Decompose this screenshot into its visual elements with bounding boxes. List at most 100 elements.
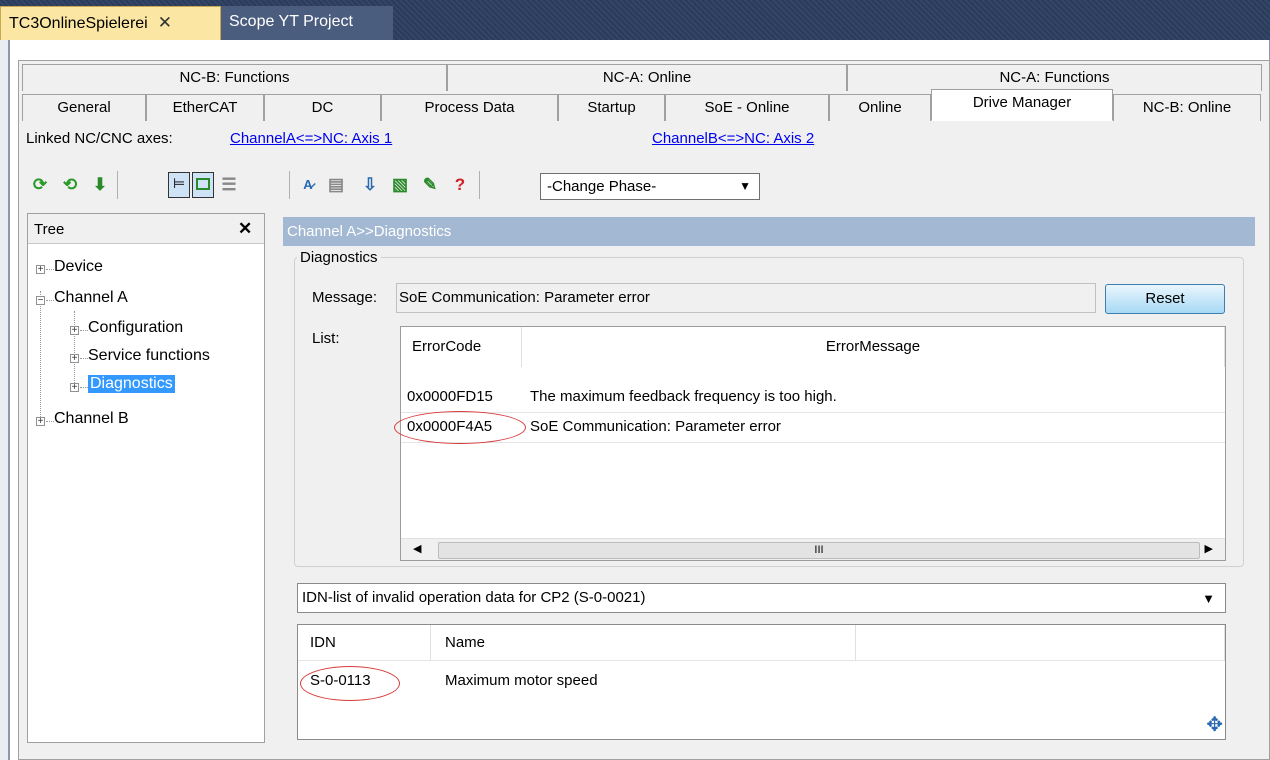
collapse-icon[interactable]: − bbox=[36, 296, 45, 306]
table-row[interactable]: 0x0000FD15 The maximum feedback frequenc… bbox=[401, 383, 1225, 413]
error-code-cell: 0x0000FD15 bbox=[407, 388, 493, 405]
highlight-ring bbox=[300, 666, 400, 701]
doc-tab-label: Scope YT Project bbox=[229, 13, 353, 30]
tab-label: NC-B: Online bbox=[1142, 99, 1232, 116]
tab-label: NC-B: Functions bbox=[179, 69, 290, 86]
grid-icon[interactable]: ▤ bbox=[325, 174, 347, 196]
tree-header: Tree ✕ bbox=[28, 214, 264, 244]
expand-icon[interactable]: + bbox=[70, 326, 79, 336]
tree-connector bbox=[40, 291, 41, 421]
tab-soe-online[interactable]: SoE - Online bbox=[665, 94, 829, 121]
column-header-errorcode[interactable]: ErrorCode bbox=[401, 327, 522, 367]
column-header-idn[interactable]: IDN bbox=[298, 625, 431, 661]
scroll-left-icon[interactable]: ◀ bbox=[413, 542, 421, 555]
column-header-name[interactable]: Name bbox=[431, 625, 856, 661]
translate-icon[interactable]: A̷ bbox=[297, 174, 319, 196]
import-icon[interactable]: ⇩ bbox=[359, 174, 381, 196]
doc-tab-label: TC3OnlineSpielerei bbox=[9, 15, 148, 32]
close-icon[interactable]: ✕ bbox=[158, 13, 172, 32]
tab-nc-a-functions[interactable]: NC-A: Functions bbox=[847, 64, 1262, 91]
reset-button[interactable]: Reset bbox=[1105, 284, 1225, 314]
doc-tab-scope-yt-project[interactable]: Scope YT Project bbox=[221, 6, 393, 40]
expand-icon[interactable]: + bbox=[36, 265, 45, 275]
tools-icon[interactable]: ✎ bbox=[419, 174, 441, 196]
tab-general[interactable]: General bbox=[22, 94, 146, 121]
tab-ethercat[interactable]: EtherCAT bbox=[146, 94, 264, 121]
change-phase-value: -Change Phase- bbox=[547, 178, 657, 195]
link-channel-b[interactable]: ChannelB<=>NC: Axis 2 bbox=[652, 130, 814, 147]
tab-startup[interactable]: Startup bbox=[558, 94, 665, 121]
tab-process-data[interactable]: Process Data bbox=[381, 94, 558, 121]
expand-icon[interactable]: + bbox=[36, 417, 45, 427]
tab-label: SoE - Online bbox=[704, 99, 790, 116]
tab-drive-manager[interactable]: Drive Manager bbox=[931, 89, 1113, 121]
tab-label: Process Data bbox=[424, 99, 515, 116]
idn-list[interactable]: IDN Name S-0-0113 Maximum motor speed ✥ bbox=[297, 624, 1226, 740]
scroll-grip: III bbox=[814, 544, 824, 556]
tab-label: NC-A: Online bbox=[602, 69, 692, 86]
toolbar-separator bbox=[289, 171, 290, 199]
chart-icon[interactable]: ▧ bbox=[389, 174, 411, 196]
close-icon[interactable]: ✕ bbox=[238, 219, 252, 239]
name-cell: Maximum motor speed bbox=[445, 672, 598, 689]
pane-header: Channel A>>Diagnostics bbox=[283, 217, 1255, 246]
doc-tab-tc3onlinespielerei[interactable]: TC3OnlineSpielerei ✕ bbox=[0, 6, 221, 40]
chevron-down-icon: ▼ bbox=[739, 179, 751, 193]
tab-dc[interactable]: DC bbox=[264, 94, 381, 121]
error-list[interactable]: ErrorCode ErrorMessage 0x0000FD15 The ma… bbox=[394, 326, 1226, 561]
tree-panel: Tree ✕ + Device − Channel A + Configurat… bbox=[27, 213, 265, 743]
tree-connector bbox=[46, 300, 54, 301]
linked-axes-row: Linked NC/CNC axes: ChannelA<=>NC: Axis … bbox=[19, 122, 1269, 156]
message-label: Message: bbox=[312, 289, 378, 306]
tab-online[interactable]: Online bbox=[829, 94, 931, 121]
tab-label: General bbox=[57, 99, 111, 116]
tab-label: NC-A: Functions bbox=[999, 69, 1110, 86]
tree-node-channel-b[interactable]: Channel B bbox=[54, 410, 129, 428]
tree-node-device[interactable]: Device bbox=[54, 258, 103, 276]
document-tab-strip: TC3OnlineSpielerei ✕ Scope YT Project bbox=[0, 0, 1270, 40]
tree-view-icon[interactable]: ⊨ bbox=[168, 172, 190, 198]
tab-nc-b-functions[interactable]: NC-B: Functions bbox=[22, 64, 447, 91]
horizontal-scrollbar[interactable]: ◀ III ▶ bbox=[401, 538, 1225, 560]
tab-nc-a-online[interactable]: NC-A: Online bbox=[447, 64, 847, 91]
tab-label: DC bbox=[311, 99, 334, 116]
download-icon[interactable]: ⬇ bbox=[89, 174, 111, 196]
scroll-thumb[interactable]: III bbox=[438, 542, 1200, 559]
tree-title: Tree bbox=[34, 221, 65, 238]
tab-label: Online bbox=[858, 99, 902, 116]
link-channel-a[interactable]: ChannelA<=>NC: Axis 1 bbox=[230, 130, 392, 147]
change-phase-select[interactable]: -Change Phase- ▼ bbox=[540, 173, 760, 200]
idn-list-select[interactable]: IDN-list of invalid operation data for C… bbox=[297, 583, 1226, 613]
expand-icon[interactable]: + bbox=[70, 354, 79, 364]
toolbar-separator bbox=[117, 171, 118, 199]
toolbar: ⟳ ⟲ ⬇ ⊨ ☰ A̷ ▤ ⇩ ▧ ✎ ? -Change Phase- ▼ bbox=[19, 158, 1269, 208]
tree-connector bbox=[80, 358, 88, 359]
diagnostics-pane: Channel A>>Diagnostics Diagnostics Messa… bbox=[283, 213, 1255, 748]
tab-label: EtherCAT bbox=[172, 99, 238, 116]
scroll-right-icon[interactable]: ▶ bbox=[1205, 542, 1213, 555]
column-header-errormessage[interactable]: ErrorMessage bbox=[522, 327, 1225, 367]
move-icon[interactable]: ✥ bbox=[1206, 712, 1223, 737]
expand-icon[interactable]: + bbox=[70, 383, 79, 393]
split-view-icon[interactable] bbox=[192, 172, 214, 198]
tree-node-service-functions[interactable]: Service functions bbox=[88, 347, 210, 365]
help-icon[interactable]: ? bbox=[449, 174, 471, 196]
tree-node-configuration[interactable]: Configuration bbox=[88, 319, 183, 337]
refresh-green-icon[interactable]: ⟳ bbox=[29, 174, 51, 196]
message-field: SoE Communication: Parameter error bbox=[396, 283, 1096, 313]
tree-node-channel-a[interactable]: Channel A bbox=[54, 289, 128, 307]
tab-nc-b-online[interactable]: NC-B: Online bbox=[1113, 94, 1261, 121]
tree-connector bbox=[46, 269, 54, 270]
tab-label: Startup bbox=[587, 99, 636, 116]
error-message-cell: SoE Communication: Parameter error bbox=[530, 418, 781, 435]
toolbar-separator bbox=[479, 171, 480, 199]
list-view-icon[interactable]: ☰ bbox=[218, 174, 240, 196]
tree-connector bbox=[80, 330, 88, 331]
linked-axes-label: Linked NC/CNC axes: bbox=[26, 130, 173, 147]
tree-node-diagnostics[interactable]: Diagnostics bbox=[88, 375, 175, 393]
list-label: List: bbox=[312, 330, 340, 347]
table-row[interactable]: S-0-0113 Maximum motor speed bbox=[298, 667, 1225, 695]
refresh-icon[interactable]: ⟲ bbox=[59, 174, 81, 196]
diagnostics-group-title: Diagnostics bbox=[297, 249, 381, 266]
error-message-cell: The maximum feedback frequency is too hi… bbox=[530, 388, 837, 405]
